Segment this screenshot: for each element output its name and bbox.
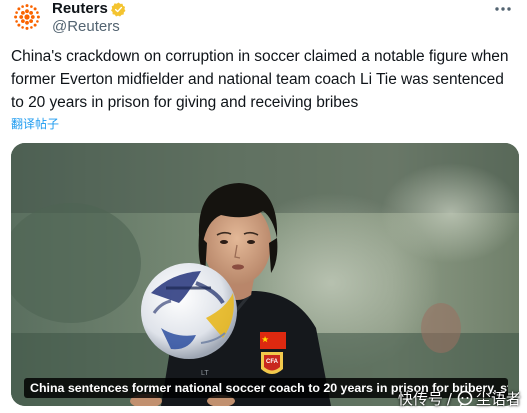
tweet-media-video[interactable]: CFA LT China sentences former national s… <box>11 143 519 406</box>
verified-badge-icon[interactable] <box>110 2 126 17</box>
watermark: 快传号 / 尘语者 <box>398 388 521 409</box>
cfa-badge: CFA <box>266 359 279 365</box>
translate-post-link[interactable]: 翻译帖子 <box>11 115 59 132</box>
reuters-logo-icon[interactable] <box>12 2 42 32</box>
tweet-author: Reuters @Reuters <box>52 1 126 36</box>
watermark-source: 快传号 <box>397 390 443 408</box>
watermark-separator: / <box>446 389 452 408</box>
jersey-initials: LT <box>201 370 209 377</box>
photo-coach-with-ball: CFA LT <box>11 143 519 406</box>
tweet-card: Reuters @Reuters China's crackdown on co… <box>0 0 527 413</box>
author-handle[interactable]: @Reuters <box>52 18 126 36</box>
more-options-icon[interactable] <box>493 2 513 16</box>
watermark-author: 尘语者 <box>475 390 521 408</box>
speech-bubble-icon <box>456 390 474 408</box>
author-display-name[interactable]: Reuters <box>52 1 108 17</box>
tweet-text: China's crackdown on corruption in socce… <box>11 48 509 111</box>
